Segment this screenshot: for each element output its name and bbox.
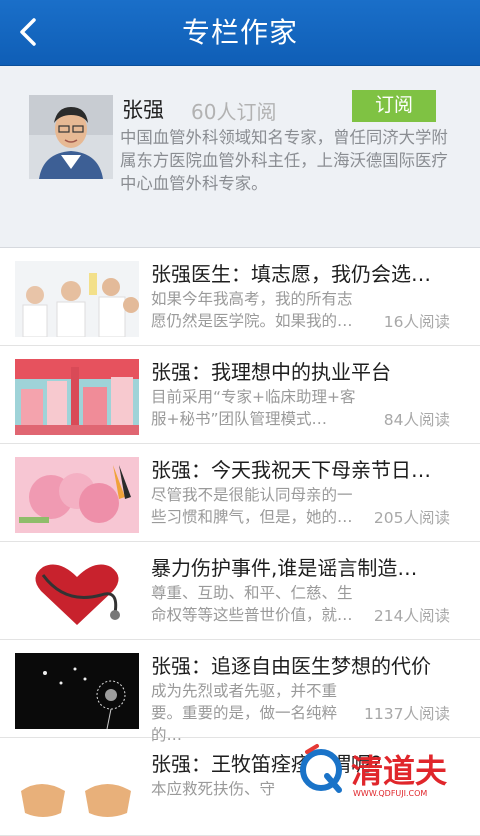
- svg-text:WWW.QDFUJI.COM: WWW.QDFUJI.COM: [353, 789, 427, 798]
- article-title: 张强：追逐自由医生梦想的代价: [151, 654, 431, 678]
- read-count: 1137人阅读: [364, 705, 450, 723]
- article-summary: 如果今年我高考，我的所有志愿仍然是医学院。如果我的…: [151, 290, 353, 330]
- list-item[interactable]: 暴力伤护事件,谁是谣言制造… 尊重、互助、和平、仁慈、生命权等等这些普世价值，就…: [0, 542, 480, 640]
- list-item[interactable]: 张强：我理想中的执业平台 目前采用“专家+临床助理+客服+秘书”团队管理模式… …: [0, 346, 480, 444]
- article-thumbnail: [15, 555, 139, 631]
- article-thumbnail: [15, 359, 139, 435]
- subscribe-button[interactable]: 订阅: [352, 90, 436, 122]
- read-count: 214人阅读: [373, 607, 450, 625]
- article-summary: 尊重、互助、和平、仁慈、生命权等等这些普世价值，就…: [151, 584, 353, 624]
- author-profile: 张强 60人订阅 订阅 中国血管外科领域知名专家，曾任同济大学附属东方医院血管外…: [0, 66, 480, 248]
- author-name: 张强: [122, 98, 164, 122]
- article-thumbnail: [15, 457, 139, 533]
- article-thumbnail: [15, 751, 139, 827]
- list-item[interactable]: 张强医生：填志愿，我仍会选… 如果今年我高考，我的所有志愿仍然是医学院。如果我的…: [0, 248, 480, 346]
- top-bar: 专栏作家: [0, 0, 480, 66]
- read-count: 16人阅读: [383, 313, 450, 331]
- page-title: 专栏作家: [181, 16, 298, 49]
- article-summary: 成为先烈或者先驱，并不重要。重要的是，做一名纯粹的…: [151, 682, 338, 744]
- article-thumbnail: [15, 653, 139, 729]
- article-title: 张强：我理想中的执业平台: [151, 360, 391, 384]
- watermark-logo: 清道夫 WWW.QDFUJI.COM: [293, 742, 480, 800]
- article-summary: 尽管我不是很能认同母亲的一些习惯和脾气，但是，她的…: [151, 486, 353, 526]
- article-summary: 目前采用“专家+临床助理+客服+秘书”团队管理模式…: [151, 388, 356, 428]
- article-title: 张强：今天我祝天下母亲节日…: [151, 458, 431, 482]
- article-title: 张强医生：填志愿，我仍会选…: [151, 262, 431, 286]
- list-item[interactable]: 张强：追逐自由医生梦想的代价 成为先烈或者先驱，并不重要。重要的是，做一名纯粹的…: [0, 640, 480, 744]
- author-bio: 中国血管外科领域知名专家，曾任同济大学附属东方医院血管外科主任，上海沃德国际医疗…: [120, 128, 448, 193]
- article-title: 暴力伤护事件,谁是谣言制造…: [151, 556, 418, 580]
- read-count: 205人阅读: [373, 509, 450, 527]
- read-count: 84人阅读: [383, 411, 450, 429]
- list-item[interactable]: 张强：今天我祝天下母亲节日… 尽管我不是很能认同母亲的一些习惯和脾气，但是，她的…: [0, 444, 480, 542]
- article-thumbnail: [15, 261, 139, 337]
- avatar: [29, 95, 113, 179]
- svg-text:清道夫: 清道夫: [351, 752, 448, 790]
- subscriber-count: 60人订阅: [191, 100, 277, 124]
